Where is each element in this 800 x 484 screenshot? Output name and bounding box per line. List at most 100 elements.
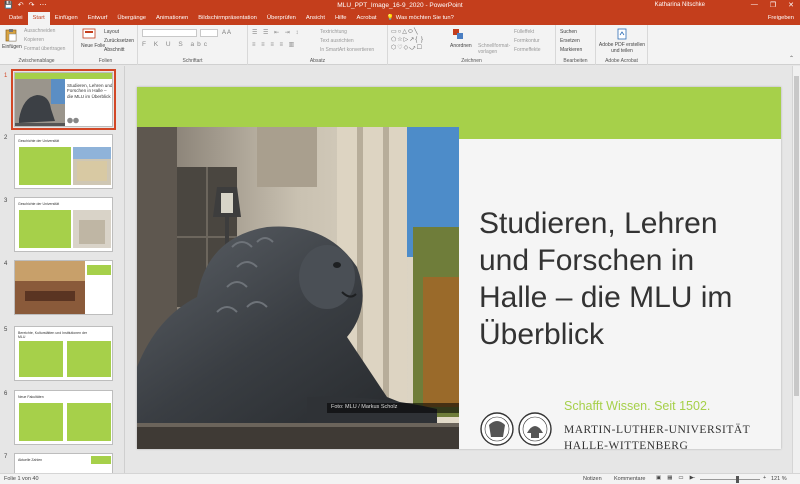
lion-statue-photo[interactable]	[137, 127, 459, 449]
reading-view-icon[interactable]: ▭	[678, 475, 683, 481]
shapes-gallery[interactable]: ▭○△⬭╲ ⬠☆▷↗{ } ⬡♡◇⤻☐	[391, 28, 447, 54]
adobe-pdf-icon[interactable]	[616, 28, 628, 40]
slide-thumbnail-6[interactable]: Neue Fakultäten	[14, 390, 113, 445]
list-buttons[interactable]: ☰ ☰ ⇤ ⇥ ↕	[252, 29, 300, 36]
font-grow-shrink-icons[interactable]: A A	[222, 30, 231, 36]
font-size-box[interactable]	[200, 29, 218, 37]
shape-effects-button[interactable]: Formeffekte	[514, 47, 541, 53]
paste-icon[interactable]	[4, 28, 18, 42]
quick-styles-button[interactable]: Schnellformat-vorlagen	[478, 43, 510, 55]
comments-button[interactable]: Kommentare	[614, 476, 646, 482]
share-button[interactable]: Freigeben	[768, 15, 794, 21]
slide-thumbnail-1[interactable]: Studieren, Lehren und Forschen in Halle …	[11, 69, 116, 130]
font-style-buttons[interactable]: F K U S abc	[142, 41, 210, 48]
group-clipboard: Einfügen Ausschneiden Kopieren Format üb…	[0, 25, 74, 65]
font-name-box[interactable]	[142, 29, 197, 37]
find-button[interactable]: Suchen	[560, 29, 577, 35]
thumbnail-number: 3	[4, 198, 8, 204]
tab-bildschirmpraesentation[interactable]: Bildschirmpräsentation	[193, 12, 262, 25]
paste-button[interactable]: Einfügen	[2, 44, 22, 50]
new-slide-button[interactable]: Neue Folie	[81, 43, 105, 49]
group-label-acrobat: Adobe Acrobat	[605, 58, 638, 64]
restore-button[interactable]: ❐	[770, 1, 776, 9]
tab-acrobat[interactable]: Acrobat	[352, 12, 382, 25]
slide-thumbnail-3[interactable]: Geschichte der Universität	[14, 197, 113, 252]
zoom-in-icon[interactable]: +	[763, 475, 766, 481]
create-pdf-button[interactable]: Adobe PDF erstellen und teilen	[598, 42, 646, 54]
thumbnail-number: 1	[4, 73, 8, 79]
thumbnail-number: 5	[4, 327, 8, 333]
zoom-slider-knob[interactable]	[736, 476, 739, 483]
slide-thumbnail-7[interactable]: Aktuelle Zahlen	[14, 453, 113, 473]
university-tagline: Schafft Wissen. Seit 1502.	[564, 399, 711, 413]
arrange-button[interactable]: Anordnen	[450, 43, 472, 49]
tab-hilfe[interactable]: Hilfe	[330, 12, 352, 25]
tell-me-box[interactable]: 💡 Was möchten Sie tun?	[382, 12, 459, 25]
alignment-buttons[interactable]: ≡ ≡ ≡ ≡ ▥	[252, 41, 296, 48]
user-name[interactable]: Katharina Nitschke	[655, 2, 705, 8]
thumbnail-title: Neue Fakultäten	[18, 395, 44, 399]
tab-ueberpruefen[interactable]: Überprüfen	[262, 12, 301, 25]
tab-animationen[interactable]: Animationen	[151, 12, 193, 25]
minimize-button[interactable]: —	[751, 1, 758, 9]
replace-button[interactable]: Ersetzen	[560, 38, 580, 44]
slide-sorter-icon[interactable]: ▦	[667, 475, 672, 481]
thumbnail-title: Geschichte der Universität	[18, 139, 60, 143]
shape-outline-button[interactable]: Formkontur	[514, 38, 540, 44]
group-label-drawing: Zeichnen	[461, 58, 482, 64]
zoom-slider[interactable]	[700, 479, 760, 480]
copy-button[interactable]: Kopieren	[24, 37, 44, 43]
tab-start[interactable]: Start	[27, 12, 50, 25]
slide-title[interactable]: Studieren, Lehren und Forschen in Halle …	[479, 205, 769, 353]
slide-counter: Folie 1 von 40	[4, 476, 39, 482]
select-button[interactable]: Markieren	[560, 47, 582, 53]
format-painter-button[interactable]: Format übertragen	[24, 46, 65, 52]
tab-uebergaenge[interactable]: Übergänge	[112, 12, 151, 25]
title-bar: 💾 ↶ ↷ ⋯ MLU_PPT_Image_16-9_2020 - PowerP…	[0, 0, 800, 12]
photo-caption: Foto: MLU / Markus Scholz	[331, 404, 398, 410]
thumb-green-box	[67, 341, 111, 377]
reset-button[interactable]: Zurücksetzen	[104, 38, 134, 44]
group-slides: Neue Folie Layout Zurücksetzen Abschnitt…	[74, 25, 138, 65]
tab-datei[interactable]: Datei	[4, 12, 28, 25]
group-drawing: ▭○△⬭╲ ⬠☆▷↗{ } ⬡♡◇⤻☐ Anordnen Schnellformat…	[388, 25, 556, 65]
zoom-out-icon[interactable]: –	[692, 475, 695, 481]
tab-ansicht[interactable]: Ansicht	[301, 12, 330, 25]
slide-thumbnail-2[interactable]: Geschichte der Universität	[14, 134, 113, 189]
arrange-icon[interactable]	[452, 28, 464, 40]
section-button[interactable]: Abschnitt	[104, 47, 125, 53]
slide-thumbnail-4[interactable]	[14, 260, 113, 315]
tab-einfuegen[interactable]: Einfügen	[50, 12, 83, 25]
thumb-building-photo	[73, 147, 111, 185]
zoom-level[interactable]: 121 %	[771, 476, 787, 482]
thumbnail-title: Geschichte der Universität	[18, 202, 60, 206]
notes-button[interactable]: Notizen	[583, 476, 602, 482]
view-buttons: ▣ ▦ ▭ ▶	[656, 475, 694, 481]
new-slide-icon[interactable]	[82, 28, 96, 40]
tab-entwurf[interactable]: Entwurf	[83, 12, 113, 25]
collapse-ribbon-icon[interactable]: ⌃	[789, 55, 794, 62]
slide-thumbnail-5[interactable]: Bereichte, Kulturstätten und Institution…	[14, 326, 113, 381]
text-direction-button[interactable]: Textrichtung	[320, 29, 347, 35]
cut-button[interactable]: Ausschneiden	[24, 28, 55, 34]
layout-button[interactable]: Layout	[104, 29, 119, 35]
thumb-lion-photo	[15, 79, 65, 126]
thumbnail-title: Bereichte, Kulturstätten und Institution…	[18, 331, 88, 339]
shape-fill-button[interactable]: Fülleffekt	[514, 29, 534, 35]
thumb-seals-icon	[67, 117, 79, 124]
thumb-green-box	[87, 265, 111, 275]
align-text-button[interactable]: Text ausrichten	[320, 38, 354, 44]
scrollbar-thumb[interactable]	[794, 76, 799, 396]
vertical-scrollbar[interactable]	[792, 66, 800, 473]
current-slide[interactable]: Foto: MLU / Markus Scholz Studieren, Leh…	[137, 87, 781, 449]
group-font: A A F K U S abc Schriftart	[138, 25, 248, 65]
thumbnail-title: Aktuelle Zahlen	[18, 458, 43, 462]
smartart-button[interactable]: In SmartArt konvertieren	[320, 47, 374, 53]
group-label-editing: Bearbeiten	[563, 58, 588, 64]
thumb-green-box	[19, 403, 63, 441]
close-button[interactable]: ✕	[788, 1, 794, 9]
normal-view-icon[interactable]: ▣	[656, 475, 661, 481]
group-paragraph: ☰ ☰ ⇤ ⇥ ↕ ≡ ≡ ≡ ≡ ▥ Textrichtung Text au…	[248, 25, 388, 65]
group-editing: Suchen Ersetzen Markieren Bearbeiten	[556, 25, 596, 65]
thumbnail-number: 7	[4, 454, 8, 460]
